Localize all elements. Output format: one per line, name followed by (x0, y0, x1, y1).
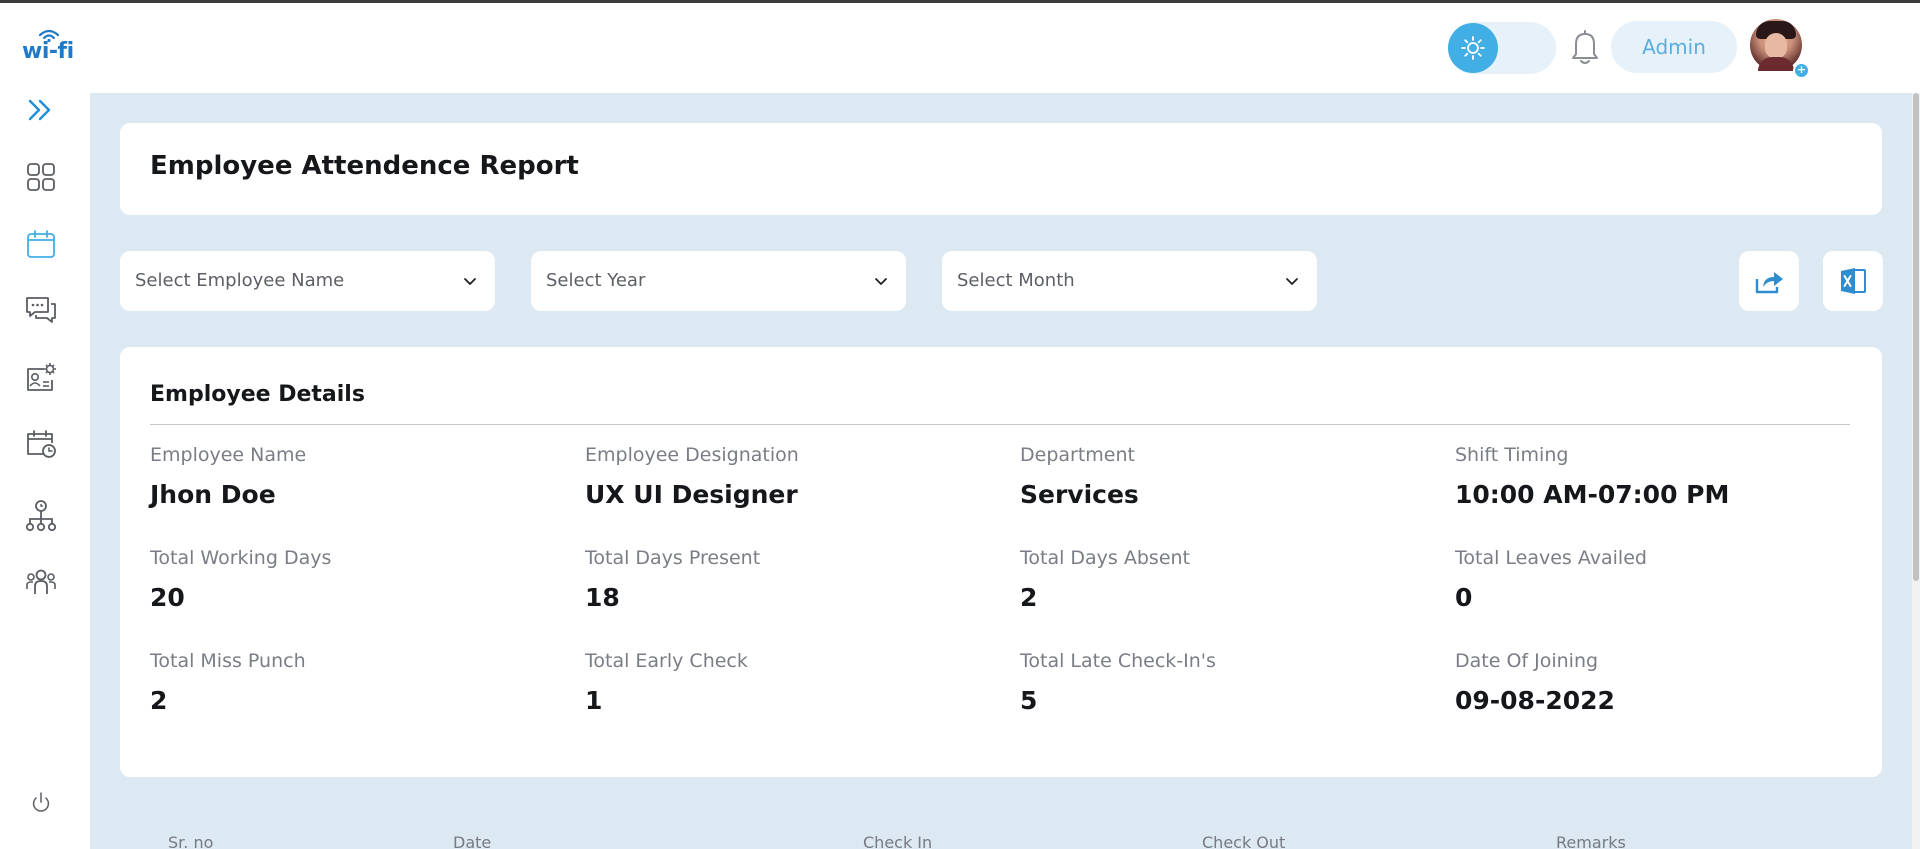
year-select[interactable]: Select Year (531, 251, 906, 311)
avatar[interactable] (1750, 19, 1802, 71)
sidebar-item-attendance[interactable] (22, 225, 60, 263)
employee-name-placeholder: Select Employee Name (135, 270, 345, 291)
column-header-check-out: Check Out (1202, 833, 1286, 849)
field-label: Total Miss Punch (150, 650, 306, 672)
sidebar-item-messages[interactable] (22, 291, 60, 329)
share-icon (1755, 272, 1783, 294)
main-content: Employee Attendence Report Select Employ… (90, 93, 1912, 849)
field-total-working-days: Total Working Days 20 (150, 547, 570, 612)
details-title: Employee Details (150, 382, 365, 407)
notifications-button[interactable] (1565, 27, 1605, 69)
field-department: Department Services (1020, 444, 1440, 509)
divider (150, 424, 1850, 425)
field-label: Total Days Present (585, 547, 761, 569)
sidebar-item-schedule[interactable] (22, 424, 60, 462)
grid-icon (27, 163, 55, 191)
chat-icon (26, 297, 56, 323)
top-header: Admin + (90, 3, 1920, 93)
employee-details-card: Employee Details Employee Name Jhon Doe … (120, 347, 1882, 777)
column-header-date: Date (453, 833, 492, 849)
field-shift-timing: Shift Timing 10:00 AM-07:00 PM (1455, 444, 1875, 509)
field-label: Date Of Joining (1455, 650, 1599, 672)
field-value: 0 (1455, 583, 1473, 612)
calendar-icon (27, 230, 55, 258)
chevron-down-icon (875, 278, 887, 285)
id-card-gear-icon (27, 363, 56, 391)
excel-icon (1841, 268, 1866, 294)
calendar-clock-icon (27, 430, 56, 458)
month-select[interactable]: Select Month (942, 251, 1317, 311)
field-employee-name: Employee Name Jhon Doe (150, 444, 570, 509)
field-value: UX UI Designer (585, 480, 798, 509)
logo[interactable]: wi-fi (22, 28, 80, 68)
scrollbar-thumb[interactable] (1913, 93, 1919, 581)
sidebar-item-dashboard[interactable] (22, 158, 60, 196)
sidebar-item-teams[interactable] (22, 562, 60, 600)
chevron-down-icon (1286, 278, 1298, 285)
field-value: 1 (585, 686, 603, 715)
field-label: Total Working Days (150, 547, 332, 569)
power-icon (32, 792, 50, 812)
title-card: Employee Attendence Report (120, 123, 1882, 215)
year-placeholder: Select Year (546, 270, 646, 291)
logout-button[interactable] (22, 784, 60, 822)
export-excel-button[interactable] (1823, 251, 1883, 311)
sun-icon (1461, 36, 1485, 60)
sidebar: wi-fi (0, 3, 90, 849)
field-label: Total Days Absent (1020, 547, 1191, 569)
field-value: 2 (150, 686, 168, 715)
double-chevron-right-icon (28, 99, 51, 121)
sidebar-expand-button[interactable] (22, 91, 60, 129)
field-value: 10:00 AM-07:00 PM (1455, 480, 1730, 509)
field-label: Employee Name (150, 444, 307, 466)
avatar-shirt (1758, 57, 1794, 71)
field-value: 2 (1020, 583, 1038, 612)
field-date-of-joining: Date Of Joining 09-08-2022 (1455, 650, 1875, 715)
field-total-leaves-availed: Total Leaves Availed 0 (1455, 547, 1875, 612)
field-total-days-present: Total Days Present 18 (585, 547, 1005, 612)
avatar-face (1765, 33, 1787, 59)
field-employee-designation: Employee Designation UX UI Designer (585, 444, 1005, 509)
chevron-down-icon (464, 278, 476, 285)
avatar-add-badge[interactable]: + (1793, 62, 1810, 79)
org-chart-icon (25, 500, 57, 532)
field-label: Shift Timing (1455, 444, 1569, 466)
field-value: Services (1020, 480, 1139, 509)
field-label: Total Late Check-In's (1020, 650, 1216, 672)
field-total-late-check-ins: Total Late Check-In's 5 (1020, 650, 1440, 715)
employee-name-select[interactable]: Select Employee Name (120, 251, 495, 311)
field-label: Total Early Check (585, 650, 748, 672)
sidebar-item-organization[interactable] (22, 497, 60, 535)
field-total-miss-punch: Total Miss Punch 2 (150, 650, 570, 715)
page-title: Employee Attendence Report (150, 151, 579, 181)
month-placeholder: Select Month (957, 270, 1075, 291)
logo-text: wi-fi (22, 39, 74, 64)
attendance-table-header: Sr. no Date Check In Check Out Remarks (120, 833, 1882, 849)
field-value: 20 (150, 583, 185, 612)
column-header-check-in: Check In (863, 833, 933, 849)
theme-toggle[interactable] (1448, 22, 1556, 74)
share-button[interactable] (1739, 251, 1799, 311)
field-total-days-absent: Total Days Absent 2 (1020, 547, 1440, 612)
field-label: Total Leaves Availed (1455, 547, 1647, 569)
user-role-button[interactable]: Admin (1611, 21, 1737, 73)
theme-toggle-knob (1448, 23, 1498, 73)
field-value: 5 (1020, 686, 1038, 715)
bell-icon (1572, 30, 1598, 64)
column-header-sr-no: Sr. no (168, 833, 214, 849)
field-label: Department (1020, 444, 1135, 466)
people-icon (26, 569, 56, 594)
field-label: Employee Designation (585, 444, 799, 466)
sidebar-item-employee-settings[interactable] (22, 358, 60, 396)
field-value: Jhon Doe (150, 480, 276, 509)
column-header-remarks: Remarks (1556, 833, 1626, 849)
field-total-early-check: Total Early Check 1 (585, 650, 1005, 715)
field-value: 18 (585, 583, 620, 612)
field-value: 09-08-2022 (1455, 686, 1615, 715)
